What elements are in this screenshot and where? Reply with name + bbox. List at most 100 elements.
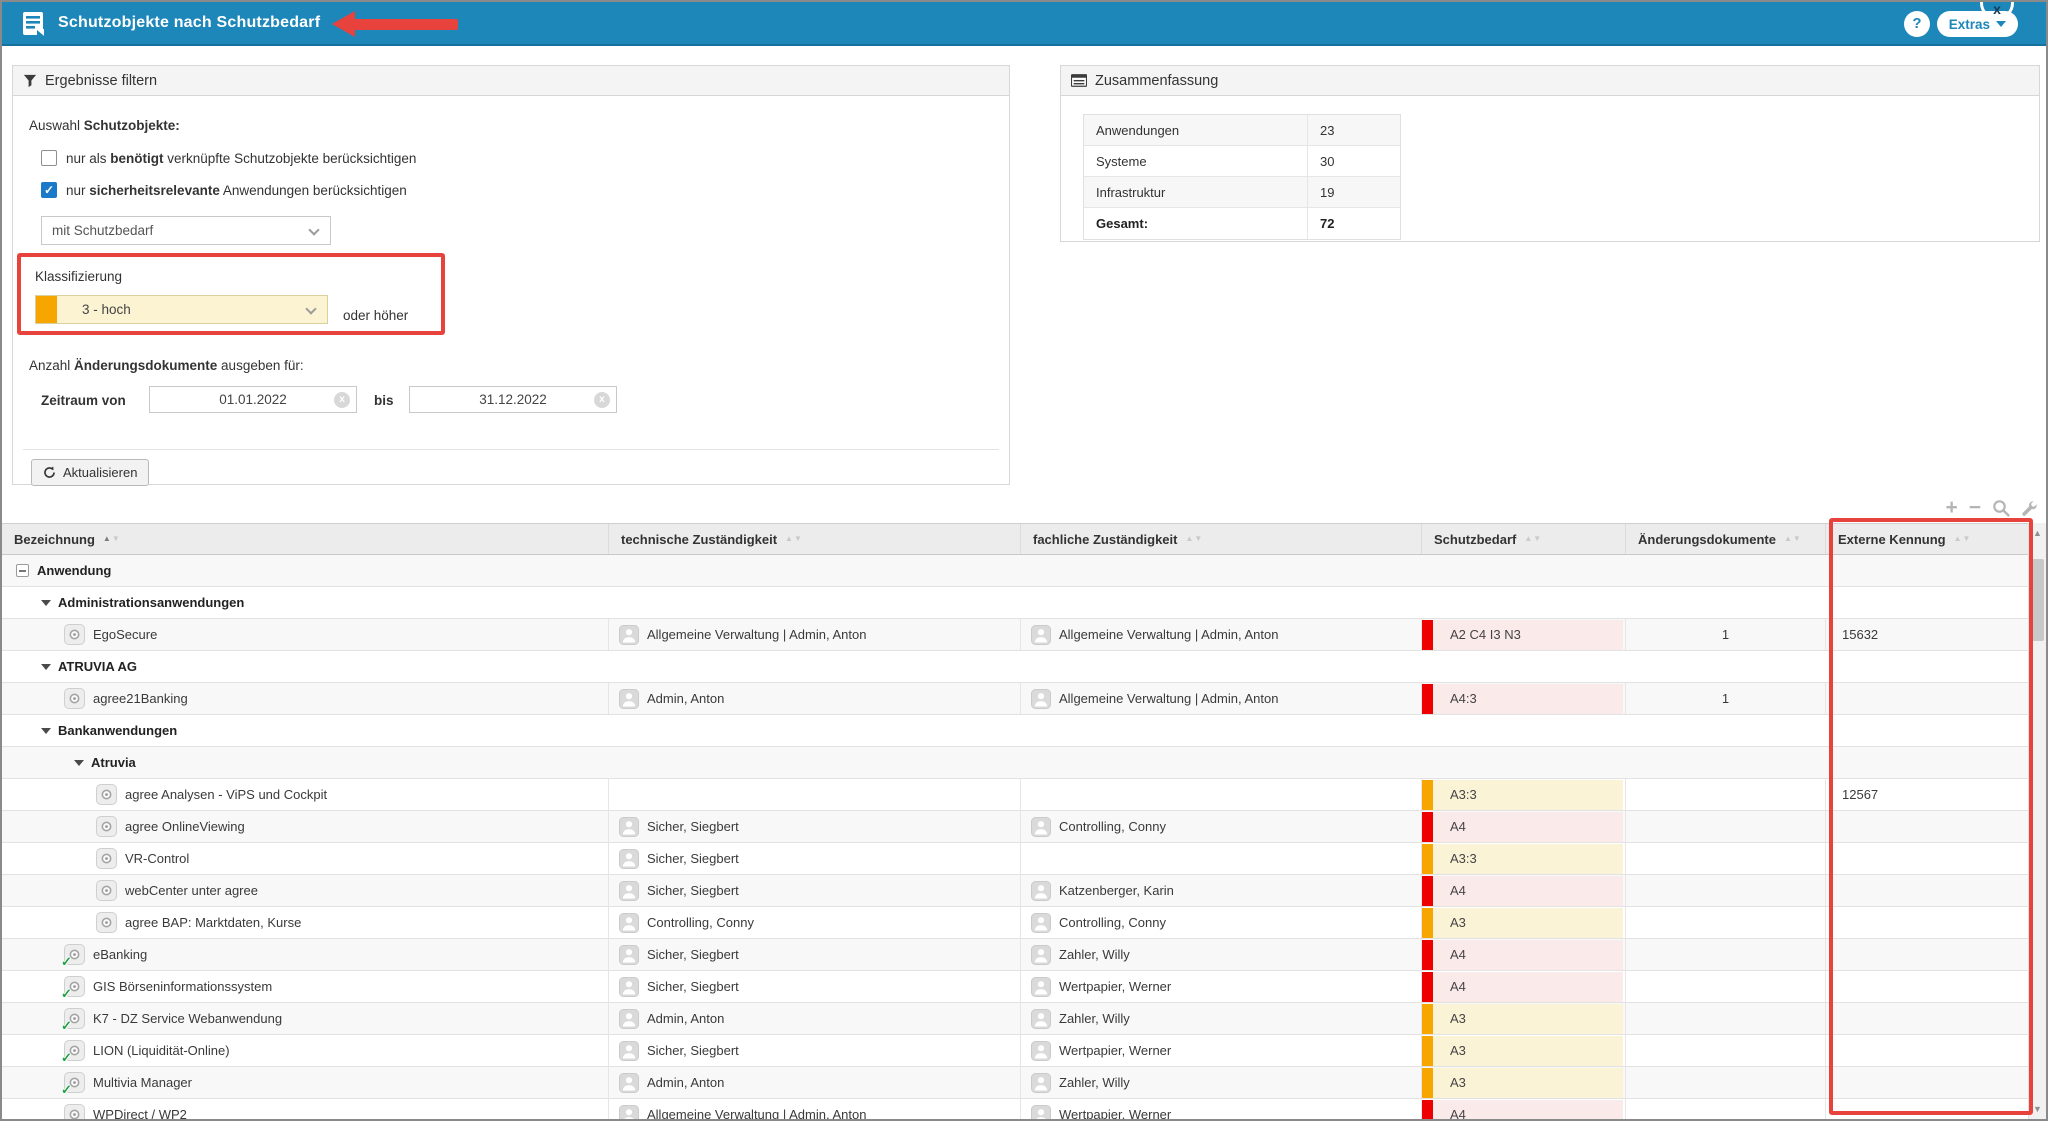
sort-icons[interactable]: ▲▼ — [785, 535, 802, 543]
search-icon[interactable] — [1992, 499, 2010, 517]
severity-bar — [1422, 1100, 1433, 1120]
schutzbedarf-select[interactable]: mit Schutzbedarf — [41, 216, 331, 245]
severity-bar — [1422, 940, 1433, 970]
scroll-up-icon[interactable]: ▲ — [2029, 528, 2046, 538]
scrollbar-thumb[interactable] — [2031, 559, 2044, 641]
sort-icons[interactable]: ▲▼ — [1185, 535, 1202, 543]
column-header-1[interactable]: Bezeichnung ▲▼ — [2, 524, 609, 554]
table-row[interactable]: ✓ LION (Liquidität-Online) Sicher, Siegb… — [2, 1035, 2028, 1067]
person-icon — [619, 1009, 639, 1029]
scroll-down-icon[interactable]: ▼ — [2029, 1104, 2046, 1114]
table-row[interactable]: ✓ WPDirect / WP2 Allgemeine Verwaltung |… — [2, 1099, 2028, 1119]
refresh-button-label: Aktualisieren — [63, 465, 137, 480]
person-icon — [1031, 1041, 1051, 1061]
summary-value: 30 — [1308, 154, 1400, 169]
schutzbedarf-value: A3 — [1422, 908, 1623, 938]
table-row[interactable]: ✓ EgoSecure Allgemeine Verwaltung | Admi… — [2, 619, 2028, 651]
column-header-2[interactable]: technische Zuständigkeit ▲▼ — [609, 524, 1021, 554]
summary-panel-title: Zusammenfassung — [1095, 73, 1218, 89]
object-name: agree BAP: Marktdaten, Kurse — [125, 915, 301, 930]
externe-kennung-cell — [1826, 1035, 2028, 1066]
schutzbedarf-value: A4 — [1422, 876, 1623, 906]
date-from-input[interactable]: 01.01.2022 x — [149, 386, 357, 413]
tech-responsibility-cell: Sicher, Siegbert — [609, 843, 1021, 874]
schutzbedarf-value: A2 C4 I3 N3 — [1422, 620, 1623, 650]
table-row[interactable]: ✓ eBanking Sicher, Siegbert Zahler, Will… — [2, 939, 2028, 971]
schutzbedarf-value: A3 — [1422, 1068, 1623, 1098]
refresh-button[interactable]: Aktualisieren — [31, 459, 149, 486]
person-icon — [1031, 689, 1051, 709]
table-row[interactable]: ✓ VR-Control Sicher, Siegbert A3:3 — [2, 843, 2028, 875]
schutzbedarf-cell: A3:3 — [1422, 779, 1626, 810]
help-button[interactable]: ? — [1904, 11, 1930, 37]
externe-kennung-cell — [1826, 683, 2028, 714]
minus-icon[interactable]: − — [1969, 499, 1981, 517]
table-row[interactable]: ✓ GIS Börseninformationssystem Sicher, S… — [2, 971, 2028, 1003]
group-label: ATRUVIA AG — [58, 659, 137, 674]
severity-bar — [1422, 684, 1433, 714]
schutzbedarf-cell: A3 — [1422, 1003, 1626, 1034]
aenderungsdokumente-cell — [1626, 811, 1826, 842]
klassifizierung-label: Klassifizierung — [35, 269, 122, 284]
application-icon: ✓ — [64, 1072, 85, 1093]
column-header-3[interactable]: fachliche Zuständigkeit ▲▼ — [1021, 524, 1422, 554]
group-label: Administrationsanwendungen — [58, 595, 244, 610]
summary-label: Infrastruktur — [1084, 177, 1308, 207]
table-row[interactable]: ✓ agree BAP: Marktdaten, Kurse Controlli… — [2, 907, 2028, 939]
clear-date-icon[interactable]: x — [334, 392, 350, 408]
externe-kennung-cell — [1826, 875, 2028, 906]
table-row[interactable]: ✓ agree Analysen - ViPS und Cockpit A3:3… — [2, 779, 2028, 811]
collapse-triangle-icon[interactable] — [41, 728, 51, 734]
application-icon: ✓ — [64, 944, 85, 965]
tech-responsibility-cell: Sicher, Siegbert — [609, 1035, 1021, 1066]
table-row[interactable]: ✓ webCenter unter agree Sicher, Siegbert… — [2, 875, 2028, 907]
sicherheitsrelevant-checkbox[interactable]: ✓ — [41, 182, 57, 198]
summary-table: Anwendungen23Systeme30Infrastruktur19Ges… — [1083, 114, 1401, 240]
object-name: eBanking — [93, 947, 147, 962]
application-icon: ✓ — [64, 1008, 85, 1029]
person-icon — [619, 1073, 639, 1093]
collapse-triangle-icon[interactable] — [41, 600, 51, 606]
table-row[interactable]: ✓ agree21Banking Admin, Anton Allgemeine… — [2, 683, 2028, 715]
aenderungsdokumente-cell — [1626, 1035, 1826, 1066]
vertical-scrollbar[interactable]: ▲ ▼ — [2028, 523, 2046, 1119]
page-title: Schutzobjekte nach Schutzbedarf — [58, 14, 320, 32]
person-icon — [619, 945, 639, 965]
aenderungsdokumente-cell — [1626, 779, 1826, 810]
externe-kennung-cell — [1826, 1099, 2028, 1119]
severity-bar — [1422, 844, 1433, 874]
sort-icons[interactable]: ▲▼ — [1524, 535, 1541, 543]
column-header-5[interactable]: Änderungsdokumente ▲▼ — [1626, 524, 1826, 554]
wrench-icon[interactable] — [2021, 500, 2038, 517]
table-row[interactable]: ✓ agree OnlineViewing Sicher, Siegbert C… — [2, 811, 2028, 843]
sort-icons[interactable]: ▲▼ — [103, 535, 120, 543]
aenderungsdokumente-cell — [1626, 1067, 1826, 1098]
zeitraum-bis-label: bis — [374, 393, 394, 408]
column-header-6[interactable]: Externe Kennung ▲▼ — [1826, 524, 2028, 554]
column-header-4[interactable]: Schutzbedarf ▲▼ — [1422, 524, 1626, 554]
clear-date-icon[interactable]: x — [594, 392, 610, 408]
sort-icons[interactable]: ▲▼ — [1954, 535, 1971, 543]
aenderungsdokumente-cell: 1 — [1626, 619, 1826, 650]
benoetigt-checkbox[interactable] — [41, 150, 57, 166]
summary-label: Anwendungen — [1084, 115, 1308, 145]
externe-kennung-cell — [1826, 907, 2028, 938]
group-label: Bankanwendungen — [58, 723, 177, 738]
sort-icons[interactable]: ▲▼ — [1784, 535, 1801, 543]
filter-icon — [23, 74, 37, 88]
externe-kennung-cell — [1826, 1067, 2028, 1098]
table-row[interactable]: ✓ Multivia Manager Admin, Anton Zahler, … — [2, 1067, 2028, 1099]
collapse-icon[interactable] — [16, 564, 29, 577]
person-icon — [1031, 1073, 1051, 1093]
collapse-triangle-icon[interactable] — [74, 760, 84, 766]
plus-icon[interactable]: + — [1945, 499, 1957, 517]
date-to-input[interactable]: 31.12.2022 x — [409, 386, 617, 413]
table-row[interactable]: ✓ K7 - DZ Service Webanwendung Admin, An… — [2, 1003, 2028, 1035]
collapse-triangle-icon[interactable] — [41, 664, 51, 670]
schutzbedarf-value: A3 — [1422, 1004, 1623, 1034]
protection-objects-table: Bezeichnung ▲▼ technische Zuständigkeit … — [2, 523, 2028, 1119]
tech-responsibility-cell: Sicher, Siegbert — [609, 939, 1021, 970]
chevron-down-icon — [305, 303, 316, 314]
klassifizierung-select[interactable]: 3 - hoch — [35, 295, 328, 324]
externe-kennung-cell — [1826, 811, 2028, 842]
